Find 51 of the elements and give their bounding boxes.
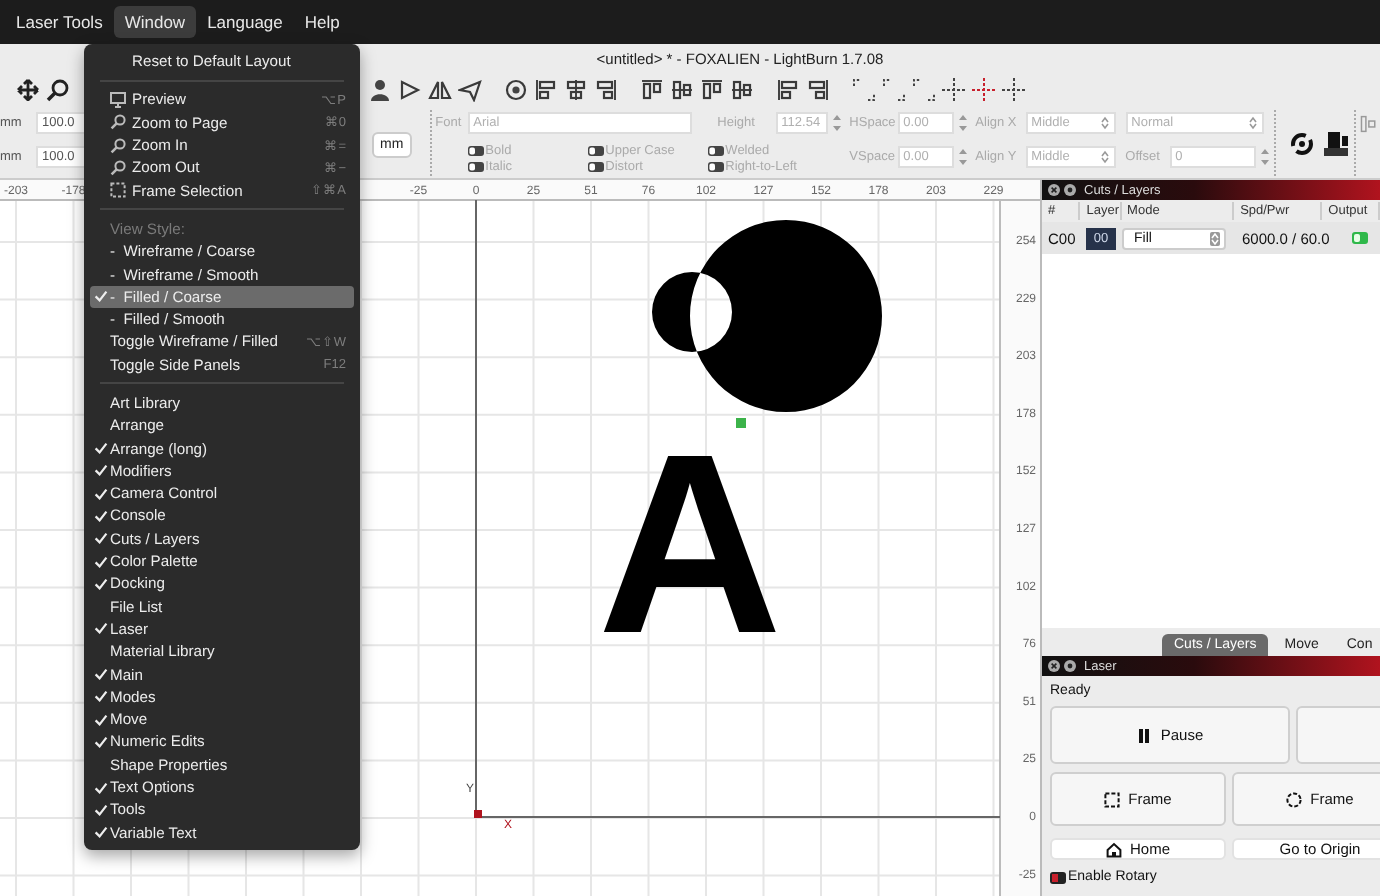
- corner-marks-icon[interactable]: [852, 78, 876, 102]
- align-middle-icon[interactable]: [670, 78, 694, 102]
- close-icon[interactable]: [1048, 184, 1060, 196]
- zoom-icon[interactable]: [46, 78, 70, 102]
- align-right-icon[interactable]: [806, 78, 830, 102]
- monitor-icon: [110, 91, 126, 108]
- chevron-icon: [1099, 116, 1110, 130]
- align-middle-icon[interactable]: [730, 78, 754, 102]
- zoom-icon: [110, 159, 126, 176]
- checkbox[interactable]: [1050, 871, 1066, 883]
- target-icon[interactable]: [504, 78, 528, 102]
- align-left-icon[interactable]: [776, 78, 800, 102]
- crosshair-icon[interactable]: [1002, 78, 1026, 102]
- chevron-icon: [1247, 116, 1258, 130]
- align-top-icon[interactable]: [700, 78, 724, 102]
- zoom-icon: [110, 114, 126, 131]
- settings-icon[interactable]: [1064, 660, 1076, 672]
- menu-bar-item[interactable]: Laser Tools: [6, 6, 113, 38]
- corner-marks-icon[interactable]: [882, 78, 906, 102]
- menu-bar-item[interactable]: Language: [197, 6, 293, 38]
- rotate-icon[interactable]: [1287, 130, 1316, 158]
- settings-icon[interactable]: [1064, 184, 1076, 196]
- paper-plane-icon[interactable]: [458, 78, 482, 102]
- origin-marker: [474, 810, 482, 818]
- stepper-icon: [1210, 231, 1220, 245]
- menu-bar-item[interactable]: Help: [294, 6, 350, 38]
- house-icon: [1105, 841, 1122, 857]
- align-left-icon[interactable]: [534, 78, 558, 102]
- dashed-square-icon: [110, 182, 126, 199]
- output-toggle[interactable]: [1352, 232, 1368, 244]
- align-top-icon[interactable]: [640, 78, 664, 102]
- chevron-icon: [1099, 150, 1110, 164]
- circle-icon: [1286, 791, 1303, 807]
- pause-icon: [1136, 727, 1153, 743]
- zoom-icon: [110, 137, 126, 154]
- crosshair-icon[interactable]: [972, 78, 996, 102]
- move-icon[interactable]: [16, 78, 40, 102]
- circles-shape[interactable]: [652, 220, 882, 412]
- close-icon[interactable]: [1048, 660, 1060, 672]
- letter-shape[interactable]: A: [597, 402, 783, 688]
- align-right-icon[interactable]: [594, 78, 618, 102]
- align-center-icon[interactable]: [564, 78, 588, 102]
- square-icon: [1104, 791, 1121, 807]
- menu-bar-item[interactable]: Window: [114, 6, 196, 38]
- mirror-icon[interactable]: [428, 78, 452, 102]
- triangle-icon[interactable]: [398, 78, 422, 102]
- selection-handle[interactable]: [736, 418, 746, 428]
- machine-icon[interactable]: [1321, 130, 1350, 158]
- corner-marks-icon[interactable]: [912, 78, 936, 102]
- person-icon[interactable]: [368, 78, 392, 102]
- crosshair-icon[interactable]: [942, 78, 966, 102]
